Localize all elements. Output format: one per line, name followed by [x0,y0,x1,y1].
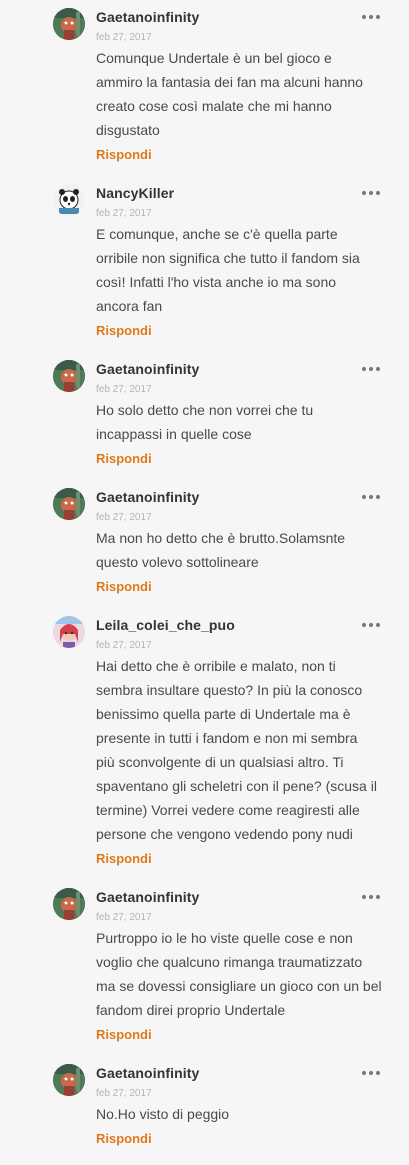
author-name[interactable]: Gaetanoinfinity [96,361,199,377]
author-name[interactable]: Gaetanoinfinity [96,889,199,905]
comment-item: NancyKiller feb 27, 2017 E comunque, anc… [0,176,409,352]
reply-button[interactable]: Rispondi [96,451,152,466]
comment-date: feb 27, 2017 [96,32,152,43]
comment-text: Ma non ho detto che è brutto.Solamsnte q… [96,530,346,570]
author-name[interactable]: Leila_colei_che_puo [96,617,235,633]
reply-button[interactable]: Rispondi [96,147,152,162]
comment-item: Gaetanoinfinity feb 27, 2017 Comunque Un… [0,0,409,175]
more-options-icon[interactable] [362,623,380,629]
comment-text: Purtroppo io le ho viste quelle cose e n… [96,930,382,1018]
more-options-icon[interactable] [362,15,380,21]
comment-item: Gaetanoinfinity feb 27, 2017 No.Ho visto… [0,1056,409,1160]
reply-button[interactable]: Rispondi [96,323,152,338]
comment-date: feb 27, 2017 [96,512,152,523]
more-options-icon[interactable] [362,895,380,901]
more-options-icon[interactable] [362,191,380,197]
comment-text: Ho solo detto che non vorrei che tu inca… [96,402,314,442]
comment-item: Leila_colei_che_puo feb 27, 2017 Hai det… [0,608,409,880]
comment-item: Gaetanoinfinity feb 27, 2017 Purtroppo i… [0,880,409,1056]
more-options-icon[interactable] [362,1071,380,1077]
reply-button[interactable]: Rispondi [96,1131,152,1146]
author-name[interactable]: NancyKiller [96,185,174,201]
comment-text: No.Ho visto di peggio [96,1106,230,1122]
comment-date: feb 27, 2017 [96,1088,152,1099]
reply-button[interactable]: Rispondi [96,579,152,594]
avatar[interactable] [53,8,85,40]
avatar[interactable] [53,1064,85,1096]
comment-text: Hai detto che è orribile e malato, non t… [96,658,377,842]
comment-date: feb 27, 2017 [96,912,152,923]
comment-text: Comunque Undertale è un bel gioco e ammi… [96,50,363,138]
comment-item: Gaetanoinfinity feb 27, 2017 Ma non ho d… [0,480,409,608]
more-options-icon[interactable] [362,367,380,373]
comment-item: Gaetanoinfinity feb 27, 2017 Ho solo det… [0,352,409,480]
avatar[interactable] [53,360,85,392]
avatar[interactable] [53,488,85,520]
comment-text: E comunque, anche se c'è quella parte or… [96,226,360,314]
reply-button[interactable]: Rispondi [96,851,152,866]
comment-date: feb 27, 2017 [96,640,152,651]
avatar[interactable] [53,616,85,648]
comment-date: feb 27, 2017 [96,208,152,219]
comment-date: feb 27, 2017 [96,384,152,395]
avatar[interactable] [53,184,85,216]
avatar[interactable] [53,888,85,920]
reply-button[interactable]: Rispondi [96,1027,152,1042]
author-name[interactable]: Gaetanoinfinity [96,489,199,505]
more-options-icon[interactable] [362,495,380,501]
author-name[interactable]: Gaetanoinfinity [96,9,199,25]
author-name[interactable]: Gaetanoinfinity [96,1065,199,1081]
